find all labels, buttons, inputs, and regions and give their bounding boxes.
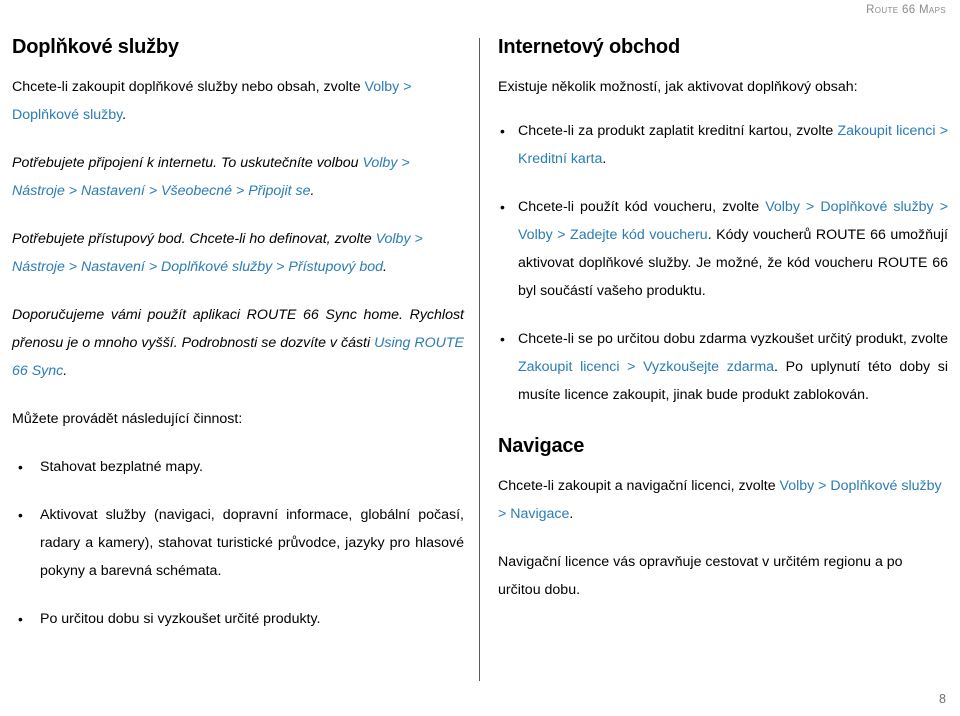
paragraph-text-tail: . <box>122 107 127 123</box>
list-item: • Chcete-li za produkt zaplatit kreditní… <box>498 117 948 173</box>
list-item: • Chcete-li použít kód voucheru, zvolte … <box>498 193 948 305</box>
left-paragraph-2: Potřebujete připojení k internetu. To us… <box>12 149 464 205</box>
left-paragraph-5: Můžete provádět následující činnost: <box>12 411 243 427</box>
left-paragraph-1: Chcete-li zakoupit doplňkové služby nebo… <box>12 73 464 129</box>
right-bullet-list: • Chcete-li za produkt zaplatit kreditní… <box>498 117 948 409</box>
right-intro-paragraph: Existuje několik možností, jak aktivovat… <box>498 79 858 95</box>
navigation-paragraph-2: Navigační licence vás opravňuje cestovat… <box>498 554 903 598</box>
bullet-icon: • <box>18 611 23 627</box>
paragraph-text-tail: . <box>63 363 68 379</box>
document-page: Route 66 Maps Doplňkové služby Chcete-li… <box>0 0 960 716</box>
right-section-title: Internetový obchod <box>498 36 680 58</box>
paragraph-text: Chcete-li zakoupit doplňkové služby nebo… <box>12 79 365 95</box>
navigation-section-title: Navigace <box>498 435 585 457</box>
paragraph-text: Potřebujete připojení k internetu. To us… <box>12 155 363 171</box>
left-column: Doplňkové služby Chcete-li zakoupit dopl… <box>12 36 464 633</box>
paragraph-text: Potřebujete přístupový bod. Chcete-li ho… <box>12 231 376 247</box>
list-item-text-tail: . <box>602 151 607 167</box>
right-column: Internetový obchod Existuje několik možn… <box>498 36 948 624</box>
list-item: • Stahovat bezplatné mapy. <box>12 453 464 481</box>
bullet-icon: • <box>500 123 505 139</box>
list-item: • Po určitou dobu si vyzkoušet určité pr… <box>12 605 464 633</box>
column-divider <box>479 38 480 681</box>
running-header: Route 66 Maps <box>866 4 946 16</box>
paragraph-text: Chcete-li zakoupit a navigační licenci, … <box>498 478 780 494</box>
list-item-text: Stahovat bezplatné mapy. <box>40 459 203 475</box>
page-number: 8 <box>939 692 946 706</box>
list-item-text: Po určitou dobu si vyzkoušet určité prod… <box>40 611 321 627</box>
list-item-text: Chcete-li použít kód voucheru, zvolte <box>518 199 766 215</box>
list-item: • Aktivovat služby (navigaci, dopravní i… <box>12 501 464 585</box>
list-item-text: Chcete-li za produkt zaplatit kreditní k… <box>518 123 838 139</box>
list-item-text: Chcete-li se po určitou dobu zdarma vyzk… <box>518 331 948 347</box>
bullet-icon: • <box>18 459 23 475</box>
left-bullet-list: • Stahovat bezplatné mapy. • Aktivovat s… <box>12 453 464 633</box>
paragraph-text-tail: . <box>310 183 315 199</box>
bullet-icon: • <box>18 507 23 523</box>
left-paragraph-4: Doporučujeme vámi použít aplikaci ROUTE … <box>12 301 464 385</box>
bullet-icon: • <box>500 199 505 215</box>
menu-path-link[interactable]: Zakoupit licenci > Vyzkoušejte zdarma <box>518 359 774 375</box>
left-paragraph-3: Potřebujete přístupový bod. Chcete-li ho… <box>12 225 464 281</box>
list-item-text: Aktivovat služby (navigaci, dopravní inf… <box>40 507 464 579</box>
list-item: • Chcete-li se po určitou dobu zdarma vy… <box>498 325 948 409</box>
left-section-title: Doplňkové služby <box>12 36 179 58</box>
bullet-icon: • <box>500 331 505 347</box>
paragraph-text-tail: . <box>383 259 387 275</box>
navigation-paragraph-1: Chcete-li zakoupit a navigační licenci, … <box>498 472 948 528</box>
paragraph-text-tail: . <box>569 506 574 522</box>
